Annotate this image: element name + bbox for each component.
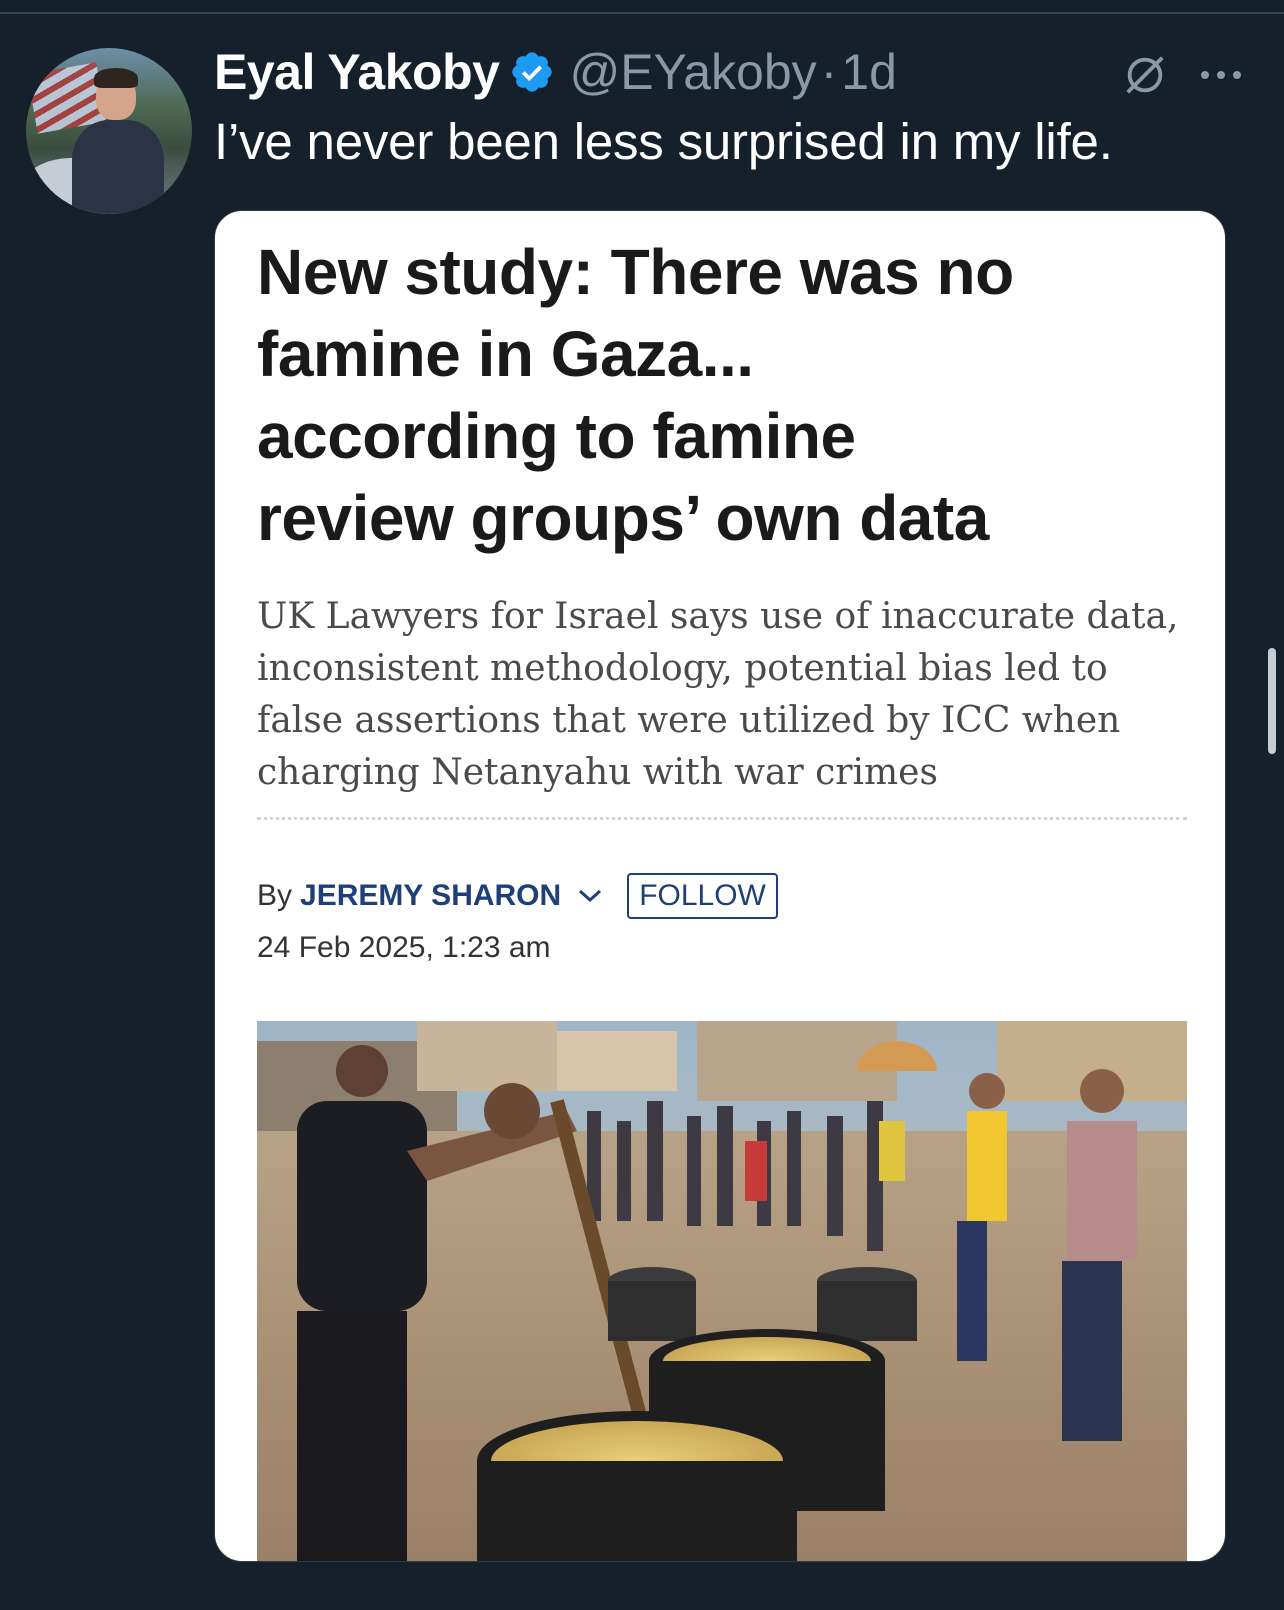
headline-line: famine in Gaza...: [257, 318, 754, 390]
avatar-hair: [94, 68, 138, 88]
article-divider: [257, 817, 1187, 820]
verified-badge-icon[interactable]: [509, 49, 555, 95]
tweet-actions: [1122, 52, 1244, 98]
grok-icon[interactable]: [1122, 52, 1168, 98]
news-photo: [257, 1021, 1187, 1561]
author-handle[interactable]: @EYakoby: [569, 43, 816, 101]
divider: [0, 12, 1284, 14]
scrollbar[interactable]: [1268, 648, 1276, 754]
headline-line: review groups’ own data: [257, 482, 989, 554]
tweet: Eyal Yakoby @EYakoby · 1d I’ve never bee…: [0, 0, 1284, 1610]
article-subhead: UK Lawyers for Israel says use of inaccu…: [257, 591, 1207, 799]
tweet-timestamp[interactable]: 1d: [841, 43, 897, 101]
article-author: JEREMY SHARON: [300, 879, 562, 912]
avatar[interactable]: [26, 48, 192, 214]
chevron-down-icon: [579, 889, 602, 903]
article-headline: New study: There was no famine in Gaza..…: [257, 231, 1197, 559]
avatar-body: [72, 120, 164, 214]
subhead-line: false assertions that were utilized by I…: [257, 700, 1121, 741]
tweet-media-card[interactable]: New study: There was no famine in Gaza..…: [214, 210, 1226, 1562]
tweet-text: I’ve never been less surprised in my lif…: [214, 113, 1113, 170]
author-name[interactable]: Eyal Yakoby: [214, 43, 500, 101]
headline-line: New study: There was no: [257, 236, 1014, 308]
follow-button: FOLLOW: [627, 873, 778, 919]
article-byline: By JEREMY SHARON FOLLOW: [257, 873, 778, 919]
tweet-header: Eyal Yakoby @EYakoby · 1d: [214, 40, 897, 104]
subhead-line: inconsistent methodology, potential bias…: [257, 648, 1108, 689]
news-photo-illustration: [257, 1021, 1187, 1561]
more-dots-icon[interactable]: [1198, 65, 1244, 85]
by-label: By: [257, 879, 293, 912]
subhead-line: UK Lawyers for Israel says use of inaccu…: [257, 596, 1179, 637]
article-date: 24 Feb 2025, 1:23 am: [257, 931, 551, 964]
subhead-line: charging Netanyahu with war crimes: [257, 752, 938, 793]
headline-line: according to famine: [257, 400, 856, 472]
separator-dot: ·: [820, 44, 838, 100]
